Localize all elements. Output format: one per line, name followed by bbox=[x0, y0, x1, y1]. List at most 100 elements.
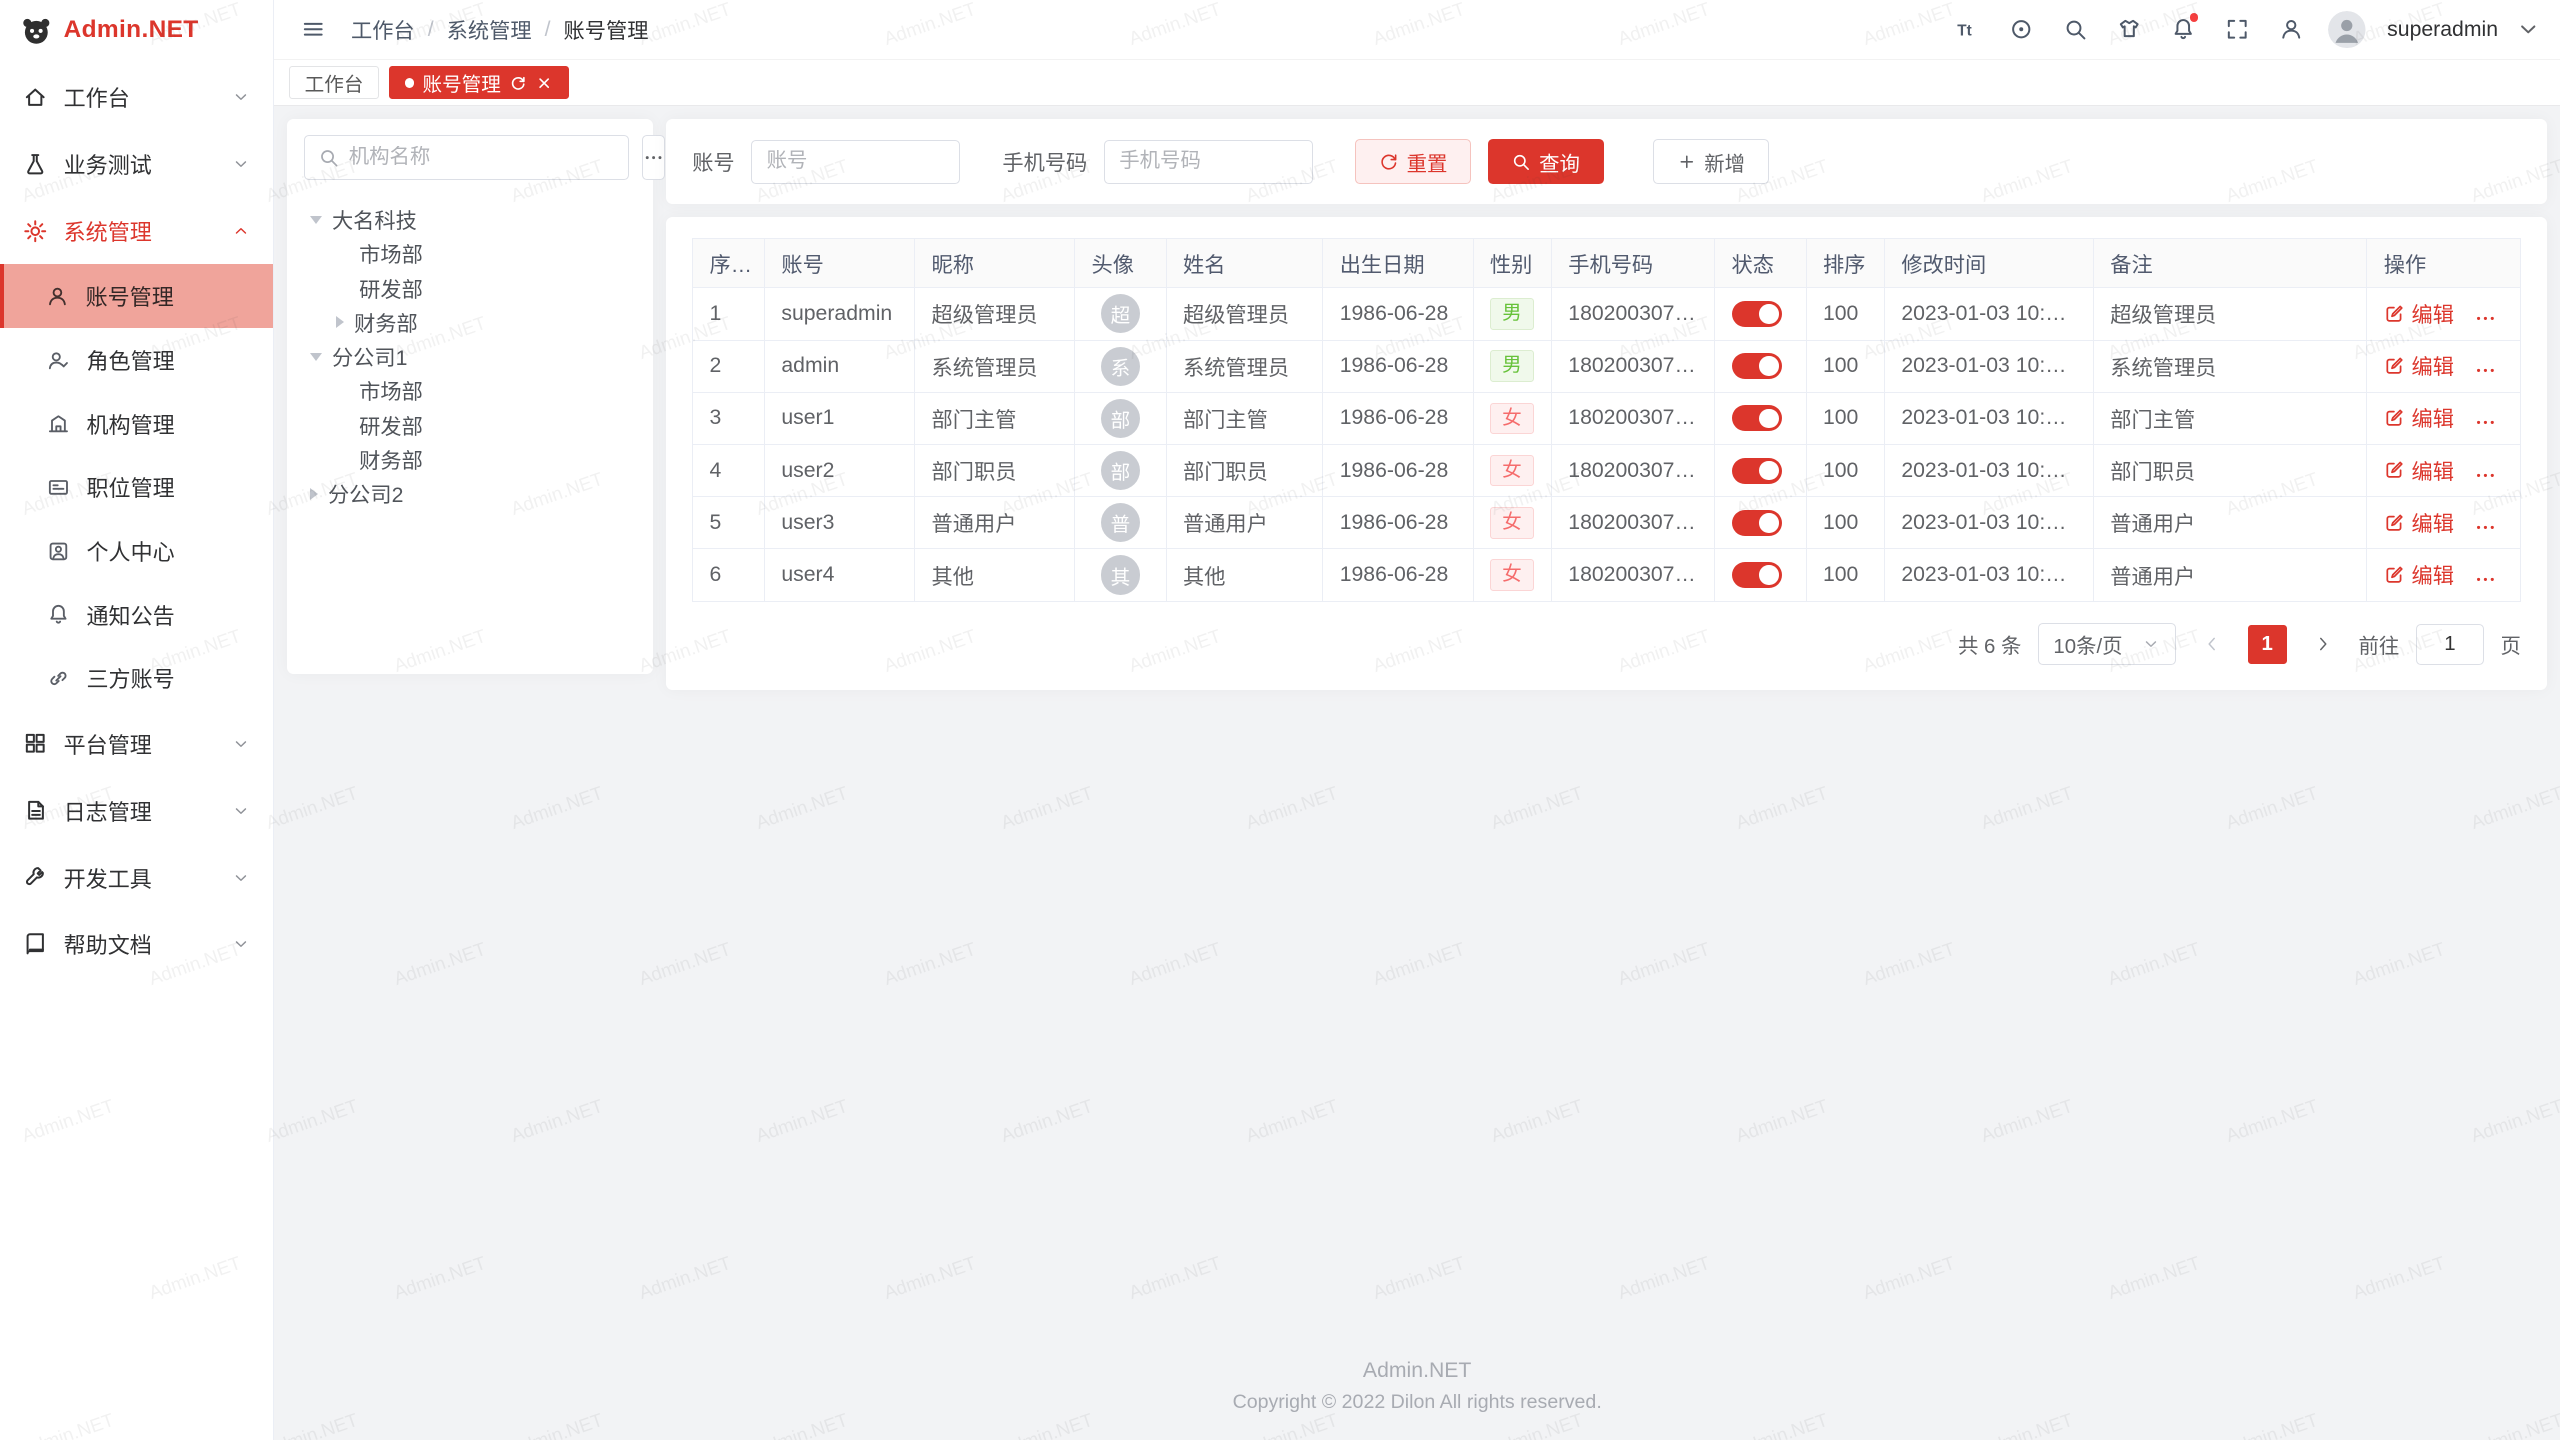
cell-no: 2 bbox=[693, 340, 765, 392]
sidebar-item-org-management[interactable]: 机构管理 bbox=[0, 392, 273, 456]
tree-node[interactable]: 分公司1 bbox=[304, 340, 637, 374]
sidebar-item-role-management[interactable]: 角色管理 bbox=[0, 328, 273, 392]
prev-page-button[interactable] bbox=[2192, 625, 2231, 664]
status-toggle[interactable] bbox=[1732, 458, 1783, 484]
cell-nickname: 部门职员 bbox=[915, 444, 1075, 496]
org-search-input[interactable] bbox=[349, 146, 615, 169]
tree-toolbar bbox=[304, 135, 637, 179]
breadcrumb-item[interactable]: 工作台 bbox=[351, 14, 415, 45]
cell-birth: 1986-06-28 bbox=[1323, 444, 1473, 496]
tree-node[interactable]: 市场部 bbox=[304, 237, 637, 271]
sidebar-item-personal-center[interactable]: 个人中心 bbox=[0, 519, 273, 583]
page-size-select[interactable]: 10条/页 bbox=[2038, 623, 2176, 665]
tabs-bar: 工作台 账号管理 bbox=[274, 60, 2560, 106]
edit-button[interactable]: 编辑 bbox=[2384, 507, 2454, 538]
status-toggle[interactable] bbox=[1732, 301, 1783, 327]
sidebar-item-position-management[interactable]: 职位管理 bbox=[0, 455, 273, 519]
cell-actions: 编辑 bbox=[2367, 340, 2520, 392]
locale-icon[interactable] bbox=[2005, 13, 2038, 46]
sidebar-item-dev-tools[interactable]: 开发工具 bbox=[0, 844, 273, 911]
user-menu-chevron-icon[interactable] bbox=[2519, 21, 2537, 39]
tree-caret-icon[interactable] bbox=[310, 353, 322, 361]
reset-button[interactable]: 重置 bbox=[1355, 139, 1471, 185]
status-toggle[interactable] bbox=[1732, 562, 1783, 588]
collapse-menu-icon[interactable] bbox=[297, 13, 330, 46]
tab-close-icon[interactable] bbox=[535, 74, 553, 92]
brand[interactable]: Admin.NET bbox=[0, 0, 273, 60]
next-page-button[interactable] bbox=[2303, 625, 2342, 664]
tree-caret-icon[interactable] bbox=[336, 316, 344, 328]
footer-copyright: Copyright © 2022 Dilon All rights reserv… bbox=[287, 1391, 2547, 1414]
sidebar-item-workbench[interactable]: 工作台 bbox=[0, 64, 273, 131]
sidebar-item-account-management[interactable]: 账号管理 bbox=[0, 264, 273, 328]
row-more-button[interactable] bbox=[2474, 307, 2497, 330]
row-more-button[interactable] bbox=[2474, 568, 2497, 591]
row-more-button[interactable] bbox=[2474, 359, 2497, 382]
search-icon bbox=[318, 147, 339, 168]
sidebar-item-platform-management[interactable]: 平台管理 bbox=[0, 710, 273, 777]
status-toggle[interactable] bbox=[1732, 510, 1783, 536]
tree-node[interactable]: 分公司2 bbox=[304, 477, 637, 511]
tree-node[interactable]: 市场部 bbox=[304, 374, 637, 408]
row-more-button[interactable] bbox=[2474, 516, 2497, 539]
sidebar-item-notice[interactable]: 通知公告 bbox=[0, 583, 273, 647]
tab-account-management[interactable]: 账号管理 bbox=[389, 66, 569, 99]
edit-button[interactable]: 编辑 bbox=[2384, 402, 2454, 433]
phone-input[interactable] bbox=[1104, 140, 1313, 184]
font-size-icon[interactable]: Tt bbox=[1951, 13, 1984, 46]
edit-button[interactable]: 编辑 bbox=[2384, 350, 2454, 381]
tree-node[interactable]: 研发部 bbox=[304, 408, 637, 442]
tree-node-label: 分公司1 bbox=[332, 341, 407, 372]
user-outline-icon[interactable] bbox=[2275, 13, 2308, 46]
username[interactable]: superadmin bbox=[2387, 18, 2498, 42]
tree-caret-icon[interactable] bbox=[310, 216, 322, 224]
sidebar-item-label: 账号管理 bbox=[86, 280, 174, 312]
sidebar-item-business-test[interactable]: 业务测试 bbox=[0, 131, 273, 198]
edit-button[interactable]: 编辑 bbox=[2384, 455, 2454, 486]
notification-bell-icon[interactable] bbox=[2167, 13, 2200, 46]
row-more-button[interactable] bbox=[2474, 411, 2497, 434]
cell-order: 100 bbox=[1806, 444, 1884, 496]
notification-dot bbox=[2190, 13, 2198, 21]
add-button[interactable]: 新增 bbox=[1653, 139, 1769, 185]
edit-button[interactable]: 编辑 bbox=[2384, 298, 2454, 329]
breadcrumb-item[interactable]: 系统管理 bbox=[447, 14, 532, 45]
tab-workbench[interactable]: 工作台 bbox=[289, 66, 379, 99]
cell-no: 3 bbox=[693, 392, 765, 444]
sidebar-item-system-management[interactable]: 系统管理 bbox=[0, 198, 273, 265]
avatar: 超 bbox=[1101, 294, 1140, 333]
sidebar: Admin.NET 工作台业务测试系统管理账号管理角色管理机构管理职位管理个人中… bbox=[0, 0, 274, 1440]
edit-button[interactable]: 编辑 bbox=[2384, 559, 2454, 590]
page-number-button[interactable]: 1 bbox=[2248, 625, 2287, 664]
tree-node[interactable]: 大名科技 bbox=[304, 202, 637, 236]
sidebar-item-third-account[interactable]: 三方账号 bbox=[0, 647, 273, 711]
sidebar-item-help-docs[interactable]: 帮助文档 bbox=[0, 911, 273, 978]
theme-icon[interactable] bbox=[2113, 13, 2146, 46]
fullscreen-icon[interactable] bbox=[2221, 13, 2254, 46]
column-header: 头像 bbox=[1075, 239, 1166, 288]
cell-time: 2023-01-03 10:59:44 bbox=[1885, 288, 2094, 340]
gear-icon bbox=[23, 219, 47, 243]
search-icon[interactable] bbox=[2059, 13, 2092, 46]
tree-more-button[interactable] bbox=[642, 135, 665, 179]
goto-page-input[interactable] bbox=[2416, 624, 2485, 665]
tree-node[interactable]: 研发部 bbox=[304, 271, 637, 305]
search-button[interactable]: 查询 bbox=[1488, 139, 1604, 185]
tree-node[interactable]: 财务部 bbox=[304, 442, 637, 476]
sidebar-item-label: 职位管理 bbox=[87, 471, 175, 503]
status-toggle[interactable] bbox=[1732, 353, 1783, 379]
pagination: 共 6 条 10条/页 1 前往 页 bbox=[692, 623, 2521, 665]
reset-label: 重置 bbox=[1407, 147, 1448, 177]
sidebar-item-log-management[interactable]: 日志管理 bbox=[0, 777, 273, 844]
status-toggle[interactable] bbox=[1732, 405, 1783, 431]
account-input[interactable] bbox=[751, 140, 960, 184]
cell-birth: 1986-06-28 bbox=[1323, 497, 1473, 549]
tab-refresh-icon[interactable] bbox=[509, 74, 527, 92]
user-avatar[interactable] bbox=[2328, 11, 2366, 49]
row-more-button[interactable] bbox=[2474, 464, 2497, 487]
tree-caret-icon[interactable] bbox=[310, 488, 318, 500]
tree-node[interactable]: 财务部 bbox=[304, 305, 637, 339]
logo-icon bbox=[20, 14, 53, 47]
cell-remark: 超级管理员 bbox=[2093, 288, 2366, 340]
edit-label: 编辑 bbox=[2411, 298, 2453, 329]
